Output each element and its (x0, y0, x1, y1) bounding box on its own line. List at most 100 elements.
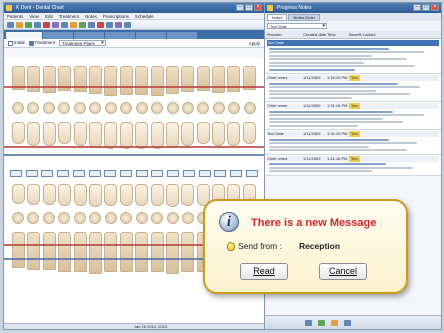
minimize-button[interactable]: – (413, 4, 421, 11)
close-button[interactable]: × (254, 4, 262, 11)
cancel-button[interactable]: Cancel (319, 263, 367, 280)
tooth[interactable] (165, 184, 179, 207)
tooth[interactable] (135, 102, 148, 114)
tooth[interactable] (73, 66, 87, 92)
tab[interactable] (6, 32, 42, 39)
tooth-number[interactable] (182, 170, 195, 177)
apply-label[interactable]: Apply (249, 41, 260, 46)
tooth[interactable] (181, 232, 195, 272)
toolbar-button[interactable] (70, 22, 77, 28)
tooth[interactable] (119, 122, 133, 149)
toolbar-button[interactable] (43, 22, 50, 28)
tooth-number[interactable] (214, 170, 227, 177)
tooth[interactable] (12, 102, 24, 114)
tooth[interactable] (165, 232, 179, 274)
tooth[interactable] (58, 212, 71, 224)
tooth[interactable] (165, 122, 179, 148)
toolbar-button[interactable] (7, 22, 14, 28)
tooth[interactable] (150, 184, 164, 206)
tooth[interactable] (89, 212, 102, 224)
tab[interactable] (136, 32, 166, 39)
note-header[interactable]: Tool Date 1/11/2009 1:31:19 PM Yes (267, 131, 439, 137)
tooth[interactable] (12, 232, 25, 268)
tooth[interactable] (228, 102, 241, 114)
minimize-button[interactable]: – (236, 4, 244, 11)
menu-view[interactable]: View (29, 13, 39, 19)
tab-notes-order[interactable]: Notes Order (288, 14, 321, 21)
tooth[interactable] (73, 184, 87, 206)
column-time[interactable]: Time (327, 31, 349, 39)
initial-checkbox[interactable] (8, 40, 13, 46)
note-entry[interactable]: Chief omes 1/11/2009 1:31:16 PM Yes (265, 102, 441, 130)
tooth[interactable] (212, 102, 225, 114)
tooth[interactable] (197, 102, 210, 114)
tooth[interactable] (104, 122, 118, 149)
tab[interactable] (74, 32, 104, 39)
note-header[interactable]: Chief omes 1/11/2009 1:31:16 PM Yes (267, 103, 439, 109)
tab[interactable] (43, 32, 73, 39)
toolbar-button[interactable] (331, 319, 338, 326)
maximize-button[interactable]: □ (245, 4, 253, 11)
tooth[interactable] (42, 102, 55, 114)
tooth[interactable] (42, 232, 56, 270)
toolbar-button[interactable] (305, 319, 312, 326)
tooth[interactable] (104, 212, 117, 224)
menu-schedule[interactable]: Schedule (135, 13, 154, 19)
tooth-number[interactable] (57, 170, 70, 177)
tooth[interactable] (73, 232, 87, 272)
tooth-number[interactable] (25, 170, 38, 177)
tooth[interactable] (27, 122, 41, 146)
menu-notes[interactable]: Notes (85, 13, 97, 19)
tooth[interactable] (181, 212, 194, 224)
tooth[interactable] (120, 102, 133, 114)
note-entry[interactable]: Tool Date 1/11/2009 1:31:19 PM Yes (265, 130, 441, 155)
close-button[interactable]: × (431, 4, 439, 11)
initial-option[interactable]: Initial (8, 40, 25, 46)
treatment-option[interactable]: Treatment (28, 40, 55, 46)
tooth[interactable] (150, 122, 164, 149)
toolbar-button[interactable] (79, 22, 86, 28)
tooth[interactable] (135, 66, 149, 95)
toolbar-button[interactable] (61, 22, 68, 28)
tooth[interactable] (135, 184, 149, 206)
tooth[interactable] (181, 102, 194, 114)
tooth-number[interactable] (151, 170, 164, 177)
tooth[interactable] (104, 66, 118, 96)
note-entry[interactable]: Tool Date (265, 39, 441, 74)
tooth[interactable] (181, 66, 195, 92)
notes-filter-dropdown[interactable]: Tool Date (267, 23, 327, 29)
tooth-number[interactable] (167, 170, 180, 177)
tooth[interactable] (196, 122, 210, 144)
tooth[interactable] (227, 122, 241, 146)
tooth-number[interactable] (120, 170, 133, 177)
tooth-number[interactable] (88, 170, 101, 177)
tooth[interactable] (12, 184, 25, 204)
tooth[interactable] (150, 66, 164, 96)
tooth[interactable] (119, 232, 133, 272)
tooth[interactable] (12, 212, 24, 224)
tooth[interactable] (135, 122, 149, 149)
tooth-number[interactable] (230, 170, 243, 177)
toolbar-button[interactable] (52, 22, 59, 28)
toolbar-button[interactable] (106, 22, 113, 28)
toolbar-button[interactable] (115, 22, 122, 28)
tooth[interactable] (42, 212, 55, 224)
tooth-number[interactable] (245, 170, 258, 177)
tooth-number[interactable] (41, 170, 54, 177)
menu-patients[interactable]: Patients (7, 13, 23, 19)
tooth-number[interactable] (10, 170, 22, 177)
tooth[interactable] (73, 102, 86, 114)
tooth[interactable] (242, 122, 256, 144)
tooth[interactable] (243, 102, 256, 114)
tooth-number[interactable] (135, 170, 148, 177)
read-button[interactable]: Read (240, 263, 288, 280)
tooth[interactable] (88, 122, 102, 148)
note-header[interactable]: Chief omes 1/11/2009 1:16:19 PM Yes (267, 75, 439, 81)
tab[interactable] (105, 32, 135, 39)
toolbar-button[interactable] (318, 319, 325, 326)
maximize-button[interactable]: □ (422, 4, 430, 11)
tooth[interactable] (104, 232, 118, 272)
tooth[interactable] (151, 102, 164, 114)
tooth[interactable] (42, 184, 56, 205)
tooth[interactable] (104, 102, 117, 114)
